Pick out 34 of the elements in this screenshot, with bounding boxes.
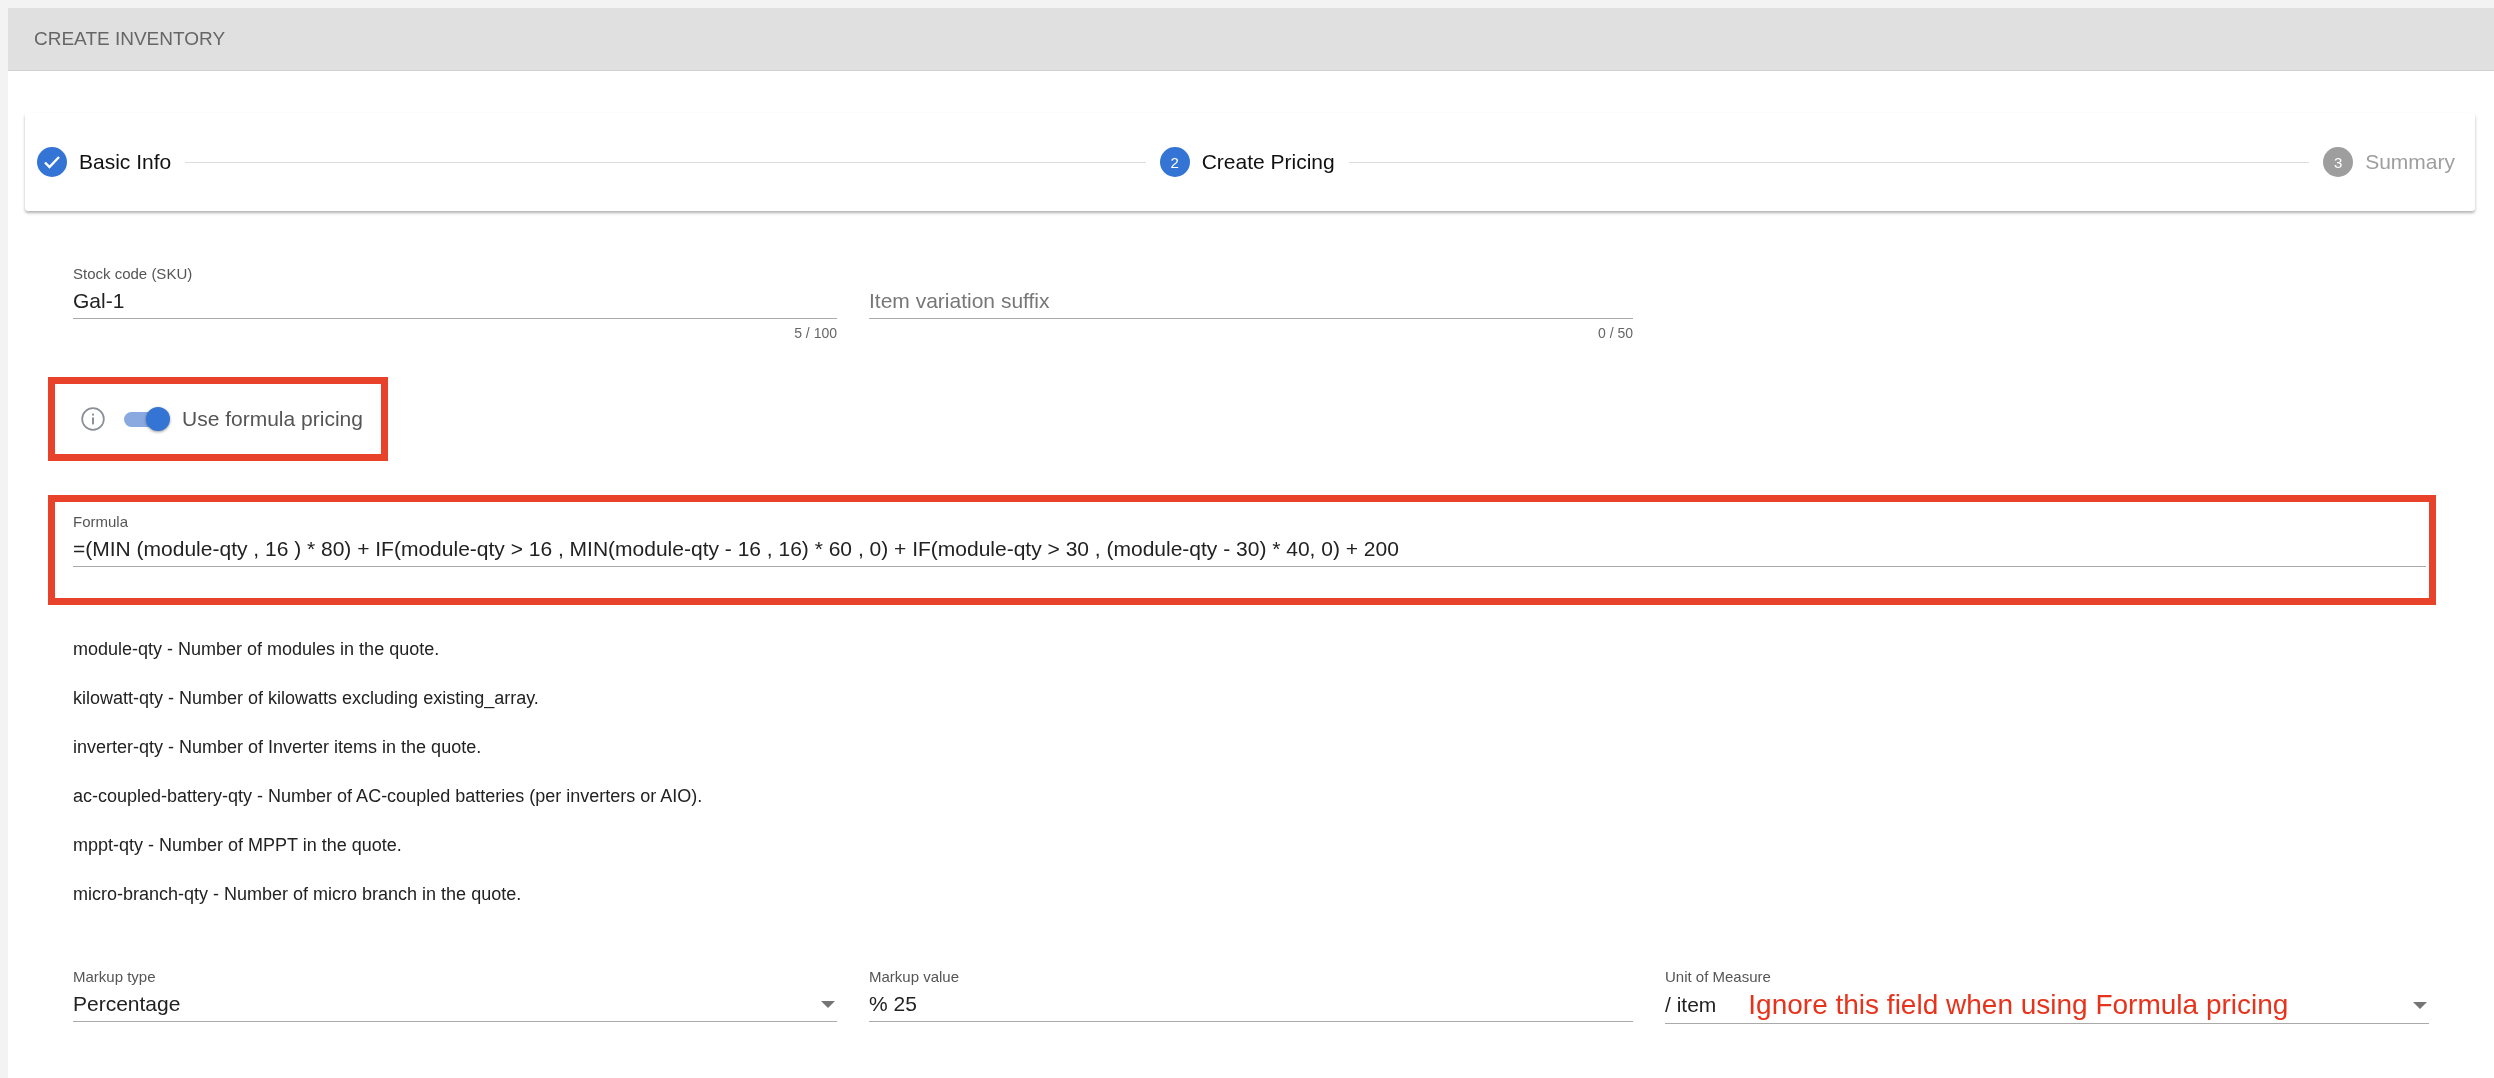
input-field[interactable]: % 25 — [869, 986, 1633, 1022]
variable-description: module-qty - Number of modules in the quote. — [73, 639, 441, 659]
step-number: 2 — [1159, 147, 1190, 177]
variable-description: inverter-qty - Number of Inverter items in the quote. — [73, 737, 483, 757]
field-label: Unit of Measure — [1665, 968, 1772, 986]
field-label: Markup value — [869, 968, 961, 986]
select-field[interactable]: Percentage — [73, 986, 837, 1022]
info-icon[interactable] — [80, 406, 106, 432]
field-value: % 25 — [869, 992, 917, 1016]
variable-description: ac-coupled-battery-qty - Number of AC-coupled batteries (per inverters or AIO). — [73, 786, 704, 806]
toggle-switch[interactable] — [122, 405, 172, 433]
input-field[interactable]: Item variation suffix — [869, 283, 1633, 319]
step-label[interactable]: Basic Info — [79, 150, 172, 174]
field-value: Percentage — [73, 992, 181, 1016]
variable-description: kilowatt-qty - Number of kilowatts excluding existing_array. — [73, 688, 540, 708]
variable-description: micro-branch-qty - Number of micro branch in the quote. — [73, 884, 523, 904]
character-counter: 0 / 50 — [1597, 325, 1633, 341]
field-label: Stock code (SKU) — [73, 265, 194, 283]
select-field[interactable]: / item Ignore this field when using Formula pricing — [1665, 986, 2429, 1024]
variable-description: mppt-qty - Number of MPPT in the quote. — [73, 835, 403, 855]
caret-icon — [821, 1000, 835, 1008]
formula-field[interactable]: Formula =(MIN (module-qty , 16 ) * 80) + IF(module-qty > 16 , MIN(module-qty - 16 , 16) * 60 , 0) + IF(module-qty > 30 , (module-qty - 30) * 40, 0) + 200 — [73, 513, 2426, 567]
field-label: Markup type — [73, 968, 157, 986]
toggle-label: Use formula pricing — [182, 407, 363, 431]
field-value: / item — [1665, 993, 1717, 1017]
character-counter: 5 / 100 — [794, 325, 837, 341]
annotation-note: Ignore this field when using Formula pricing — [1748, 992, 2290, 1018]
field-value: =(MIN (module-qty , 16 ) * 80) + IF(module-qty > 16 , MIN(module-qty - 16 , 16) * 60 , 0) + IF(module-qty > 30 , (module-qty - 30) * 40, 0) + 200 — [73, 536, 1400, 562]
step-label[interactable]: Create Pricing — [1201, 150, 1335, 174]
input-field[interactable]: Gal-1 — [73, 283, 837, 319]
page-title: CREATE INVENTORY — [34, 28, 226, 50]
field-label: Formula — [73, 513, 129, 531]
caret-icon — [2413, 1001, 2427, 1009]
step-number: 3 — [2323, 147, 2354, 177]
